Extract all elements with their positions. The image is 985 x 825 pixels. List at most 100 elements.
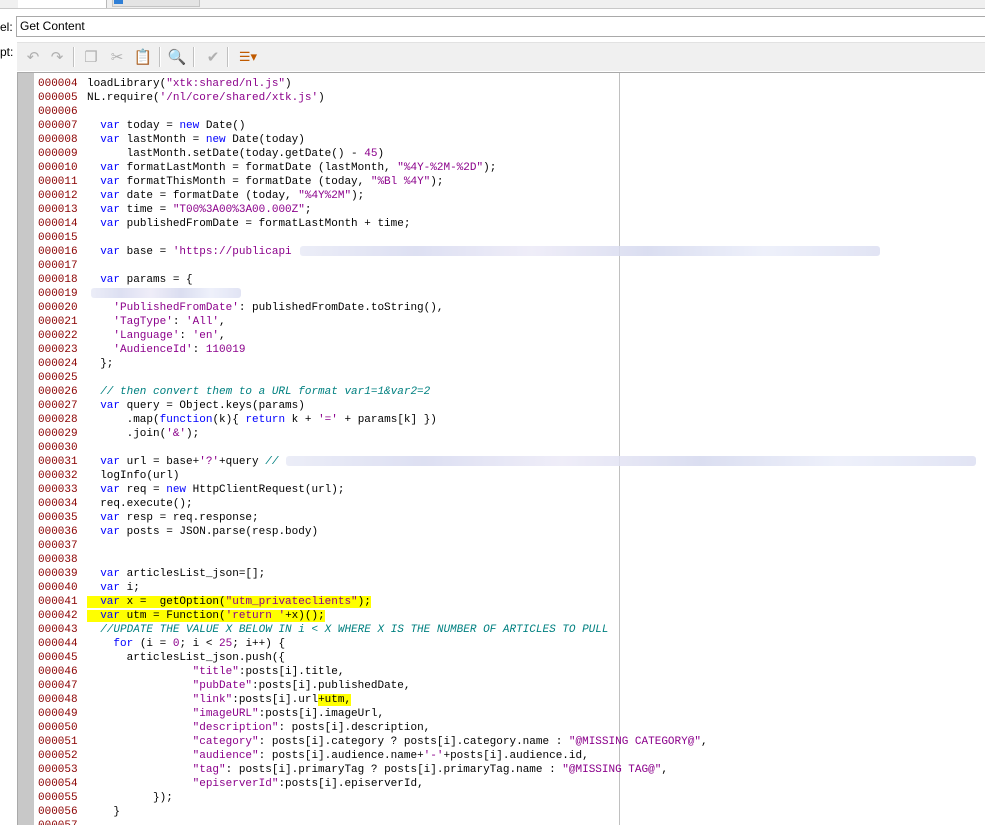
tab-script[interactable] [18, 0, 107, 8]
code-line: 000048 "link":posts[i].url+utm, [38, 693, 976, 707]
code-line: 000039 var articlesList_json=[]; [38, 567, 976, 581]
code-token: "imageURL" [192, 708, 259, 720]
code-line: 000014 var publishedFromDate = formatLas… [38, 217, 976, 231]
code-line: 000019 [38, 287, 976, 301]
line-code: articlesList_json.push({ [87, 652, 285, 664]
code-token: '-' [423, 750, 444, 762]
code-line: 000053 "tag": posts[i].primaryTag ? post… [38, 763, 976, 777]
line-number: 000033 [38, 484, 78, 496]
tab-icon [114, 0, 123, 4]
line-number: 000057 [38, 819, 87, 825]
toolbar-separator [193, 47, 195, 67]
paste-icon[interactable]: 📋 [133, 47, 153, 67]
line-number: 000036 [38, 526, 78, 538]
code-line: 000049 "imageURL":posts[i].imageUrl, [38, 707, 976, 721]
code-token: "category" [192, 736, 259, 748]
find-icon[interactable]: 🔍 [167, 47, 187, 67]
line-code: var today = new Date() [87, 120, 245, 132]
tab-second[interactable] [112, 0, 200, 7]
code-token: , [700, 736, 708, 748]
code-line: 000038 [38, 553, 976, 567]
redacted-content [91, 288, 241, 299]
toolbar-separator [73, 47, 75, 67]
code-token: : [179, 330, 193, 342]
line-number: 000022 [38, 330, 78, 342]
code-token: publishedFromDate = formatLastMonth + ti… [120, 218, 411, 230]
code-token: (i = [133, 638, 173, 650]
code-token: var [100, 120, 121, 132]
line-code: "title":posts[i].title, [87, 666, 345, 678]
code-line: 000030 [38, 441, 976, 455]
code-line: 000056 } [38, 805, 976, 819]
redacted-content [299, 246, 880, 257]
code-line: 000032 logInfo(url) [38, 469, 976, 483]
line-number: 000044 [38, 638, 78, 650]
code-token: 45 [364, 148, 378, 160]
validate-icon[interactable]: ✔ [203, 47, 223, 67]
code-line: 000021 'TagType': 'All', [38, 315, 976, 329]
code-token: ; i++) { [232, 638, 286, 650]
line-number: 000042 [38, 610, 78, 622]
line-number: 000052 [38, 750, 78, 762]
line-number: 000020 [38, 302, 78, 314]
redo-icon[interactable]: ↷ [47, 47, 67, 67]
code-token: Date(today) [225, 134, 305, 146]
code-token: "%4Y-%2M-%2D" [397, 162, 484, 174]
code-token: "@MISSING TAG@" [562, 764, 662, 776]
line-number: 000007 [38, 120, 78, 132]
code-line: 000013 var time = "T00%3A00%3A00.000Z"; [38, 203, 976, 217]
code-token: req.execute(); [87, 498, 193, 510]
undo-icon[interactable]: ↶ [23, 47, 43, 67]
line-code: "imageURL":posts[i].imageUrl, [87, 708, 384, 720]
line-number: 000018 [38, 274, 78, 286]
code-token: logInfo(url) [87, 470, 180, 482]
line-number: 000016 [38, 246, 78, 258]
line-code: var x = getOption("utm_privateclients"); [87, 596, 371, 608]
code-token: (k){ [212, 414, 246, 426]
code-token: HttpClientRequest(url); [186, 484, 345, 496]
code-token: "utm_privateclients" [225, 596, 358, 608]
code-line: 000041 var x = getOption("utm_privatecli… [38, 595, 976, 609]
code-token: "tag" [192, 764, 226, 776]
line-number: 000015 [38, 232, 78, 244]
line-code: var date = formatDate (today, "%4Y%2M"); [87, 190, 364, 202]
code-editor[interactable]: 000004 loadLibrary("xtk:shared/nl.js") 000… [17, 72, 985, 825]
code-token: :posts[i].title, [238, 666, 345, 678]
code-token: ; i < [179, 638, 220, 650]
code-line: 000025 [38, 371, 976, 385]
code-token: ); [357, 596, 371, 608]
line-code: lastMonth.setDate(today.getDate() - 45) [87, 148, 384, 160]
code-line: 000009 lastMonth.setDate(today.getDate()… [38, 147, 976, 161]
code-token: ) [377, 148, 385, 160]
code-token: , [219, 316, 226, 328]
insert-menu-icon[interactable]: ☰▾ [233, 47, 263, 67]
code-token: "xtk:shared/nl.js" [166, 78, 286, 90]
tab-strip [0, 0, 985, 9]
line-code: loadLibrary("xtk:shared/nl.js") [87, 78, 292, 90]
line-number: 000017 [38, 260, 78, 272]
line-code: //UPDATE THE VALUE X BELOW IN i < X WHER… [87, 624, 608, 636]
code-line: 000031 var url = base+'?'+query // [38, 455, 977, 469]
code-token: params = { [120, 274, 193, 286]
code-token: var [100, 190, 121, 202]
code-token: articlesList_json=[]; [120, 568, 266, 580]
code-token: date = formatDate (today, [120, 190, 299, 202]
cut-icon[interactable]: ✂ [107, 47, 127, 67]
code-token: : publishedFromDate.toString(), [238, 302, 444, 314]
code-line: 000046 "title":posts[i].title, [38, 665, 976, 679]
code-token: : posts[i].audience.name+ [258, 750, 424, 762]
line-number: 000039 [38, 568, 78, 580]
code-token: +utm, [318, 694, 352, 706]
label-field[interactable]: Get Content [16, 16, 985, 37]
line-number: 000037 [38, 540, 78, 552]
label-caption: el: [0, 20, 13, 34]
code-token: 'Language' [113, 330, 180, 342]
code-token: "audience" [192, 750, 259, 762]
copy-icon[interactable]: ❐ [81, 47, 101, 67]
